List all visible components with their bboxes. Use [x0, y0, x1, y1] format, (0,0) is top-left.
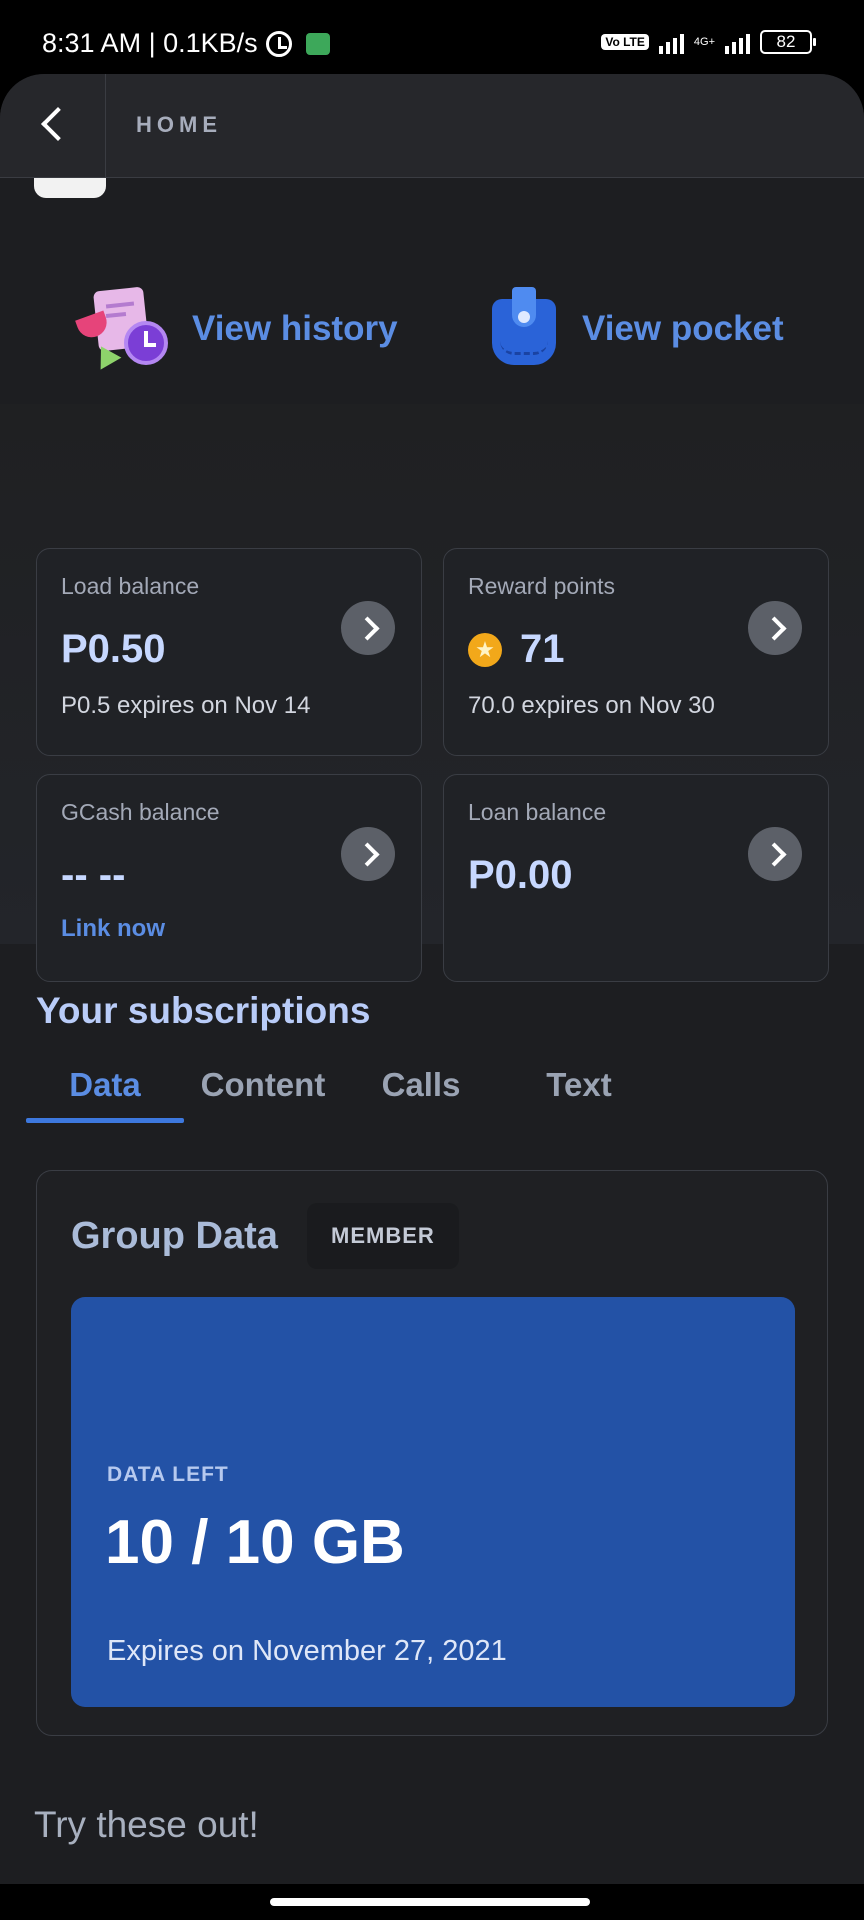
- back-button[interactable]: [0, 74, 106, 178]
- subscriptions-title: Your subscriptions: [36, 990, 371, 1031]
- navigation-bar: [0, 1884, 864, 1920]
- gcash-balance-label: GCash balance: [61, 799, 220, 825]
- chevron-right-icon[interactable]: [748, 601, 802, 655]
- data-left-label: DATA LEFT: [107, 1463, 229, 1486]
- chevron-right-icon[interactable]: [341, 601, 395, 655]
- load-balance-expiry: P0.5 expires on Nov 14: [61, 692, 311, 719]
- pocket-icon: [488, 285, 560, 373]
- link-now-link[interactable]: Link now: [61, 915, 165, 943]
- battery-icon: 82: [760, 30, 816, 54]
- history-icon: [74, 285, 170, 373]
- loan-balance-amount: P0.00: [468, 853, 573, 897]
- app-notification-icon: [305, 32, 330, 55]
- gcash-balance-card[interactable]: GCash balance -- -- Link now: [36, 774, 422, 982]
- back-chevron-icon: [41, 107, 75, 141]
- view-history-label: View history: [192, 309, 398, 348]
- page-title: HOME: [136, 112, 222, 137]
- status-right: Vo LTE 4G+ 82: [601, 30, 816, 54]
- member-badge: MEMBER: [307, 1203, 459, 1269]
- volte-icon: Vo LTE: [601, 34, 649, 50]
- data-left-amount: 10 / 10 GB: [105, 1508, 405, 1577]
- view-pocket-button[interactable]: View pocket: [488, 274, 784, 384]
- active-tab-indicator: [26, 1118, 184, 1123]
- reward-points-expiry: 70.0 expires on Nov 30: [468, 692, 715, 719]
- status-left: 8:31 AM | 0.1KB/s: [42, 28, 330, 59]
- load-balance-label: Load balance: [61, 573, 200, 599]
- scroll-indicator: [34, 178, 106, 198]
- gcash-balance-value: -- --: [61, 853, 125, 898]
- tab-calls[interactable]: Calls: [342, 1066, 500, 1104]
- try-these-out-title: Try these out!: [34, 1804, 259, 1845]
- star-coin-icon: [468, 632, 502, 667]
- data-expiry: Expires on November 27, 2021: [107, 1635, 507, 1667]
- reward-points-label: Reward points: [468, 573, 616, 599]
- reward-points-card[interactable]: Reward points 71 70.0 expires on Nov 30: [443, 548, 829, 756]
- signal-icon-2: [725, 30, 750, 54]
- subscription-tabs: Data Content Calls Text: [26, 1052, 846, 1124]
- loan-balance-value: P0.00: [468, 853, 573, 898]
- reward-points-value: 71: [468, 627, 565, 672]
- tab-content[interactable]: Content: [184, 1066, 342, 1104]
- load-balance-amount: P0.50: [61, 627, 166, 671]
- load-balance-card[interactable]: Load balance P0.50 P0.5 expires on Nov 1…: [36, 548, 422, 756]
- reward-points-amount: 71: [520, 627, 565, 671]
- status-time: 8:31 AM | 0.1KB/s: [42, 28, 258, 58]
- chevron-right-icon[interactable]: [748, 827, 802, 881]
- tab-text[interactable]: Text: [500, 1066, 658, 1104]
- group-data-card[interactable]: Group Data MEMBER DATA LEFT 10 / 10 GB E…: [36, 1170, 828, 1736]
- network-type: 4G+: [693, 36, 715, 48]
- alarm-icon: [265, 30, 292, 57]
- view-history-button[interactable]: View history: [74, 274, 398, 384]
- view-pocket-label: View pocket: [582, 309, 784, 348]
- balance-cards-section: Load balance P0.50 P0.5 expires on Nov 1…: [0, 404, 864, 982]
- group-data-title: Group Data: [71, 1215, 278, 1257]
- loan-balance-card[interactable]: Loan balance P0.00: [443, 774, 829, 982]
- status-bar: 8:31 AM | 0.1KB/s Vo LTE 4G+ 82: [0, 0, 864, 74]
- quick-actions: View history View pocket: [0, 274, 864, 404]
- signal-icon: [658, 30, 684, 54]
- header: HOME: [0, 74, 864, 178]
- data-left-panel: DATA LEFT 10 / 10 GB Expires on November…: [71, 1297, 795, 1707]
- tab-data[interactable]: Data: [26, 1066, 184, 1104]
- load-balance-value: P0.50: [61, 627, 166, 672]
- loan-balance-label: Loan balance: [468, 799, 607, 825]
- home-gesture-pill[interactable]: [270, 1898, 590, 1906]
- chevron-right-icon[interactable]: [341, 827, 395, 881]
- app-window: HOME View history View pocket Load balan…: [0, 74, 864, 1920]
- gcash-balance-amount: -- --: [61, 853, 126, 897]
